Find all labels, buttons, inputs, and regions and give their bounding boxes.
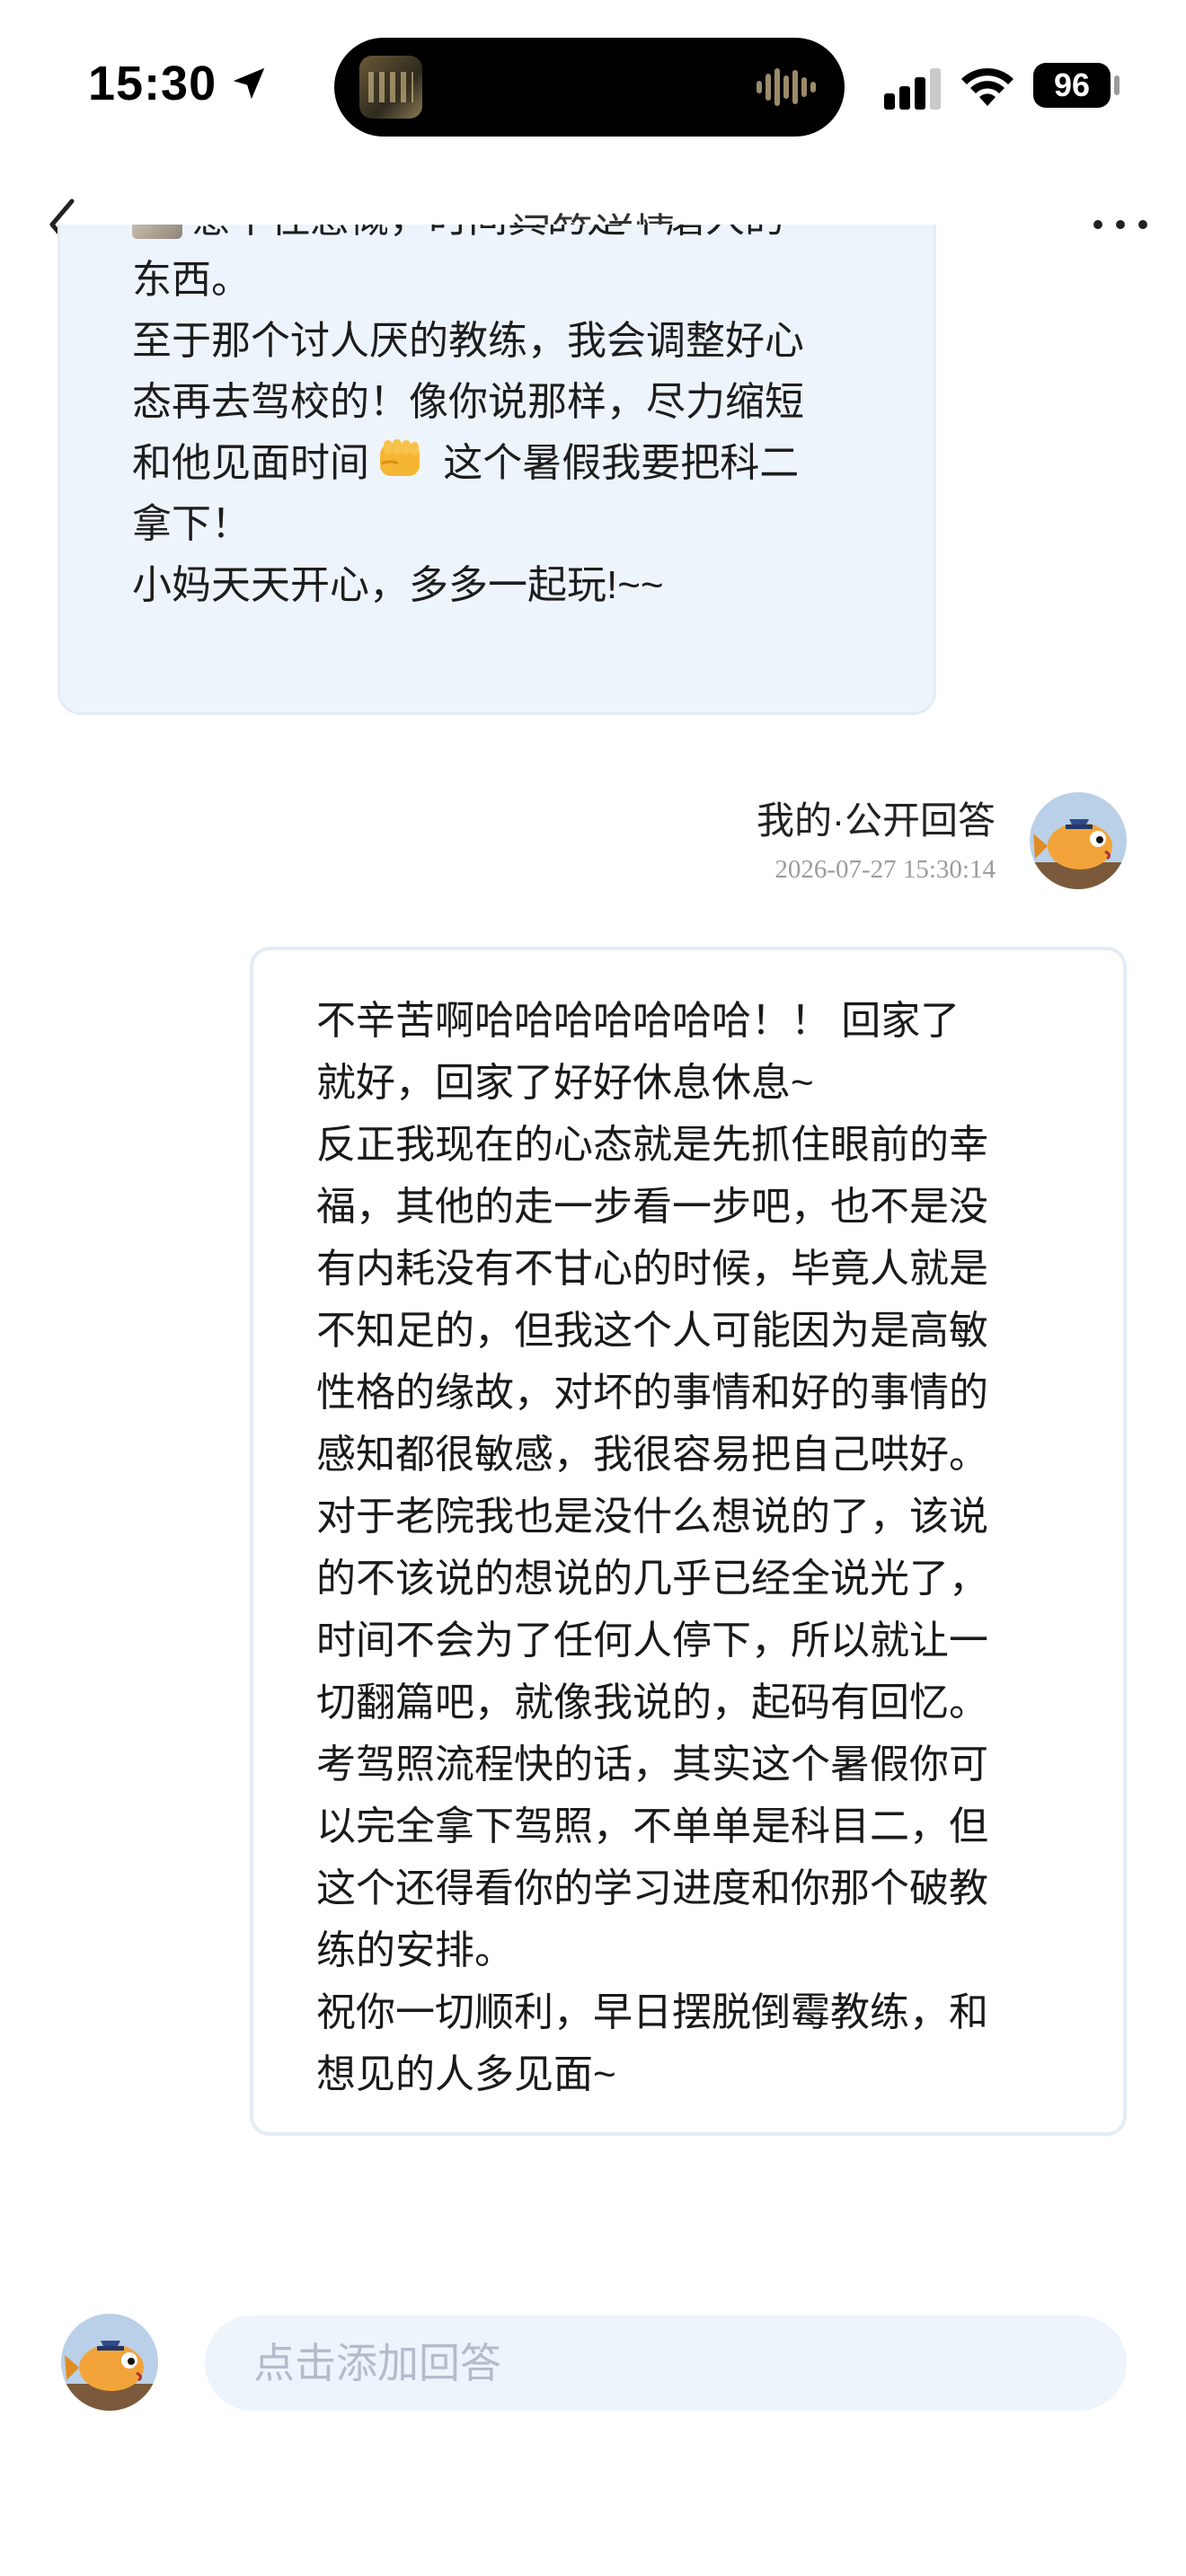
answer-line: 对于老院我也是没什么想说的了，该说 (316, 1495, 988, 1539)
answer-line: 性格的缘故，对坏的事情和好的事情的 (316, 1371, 988, 1415)
answer-line: 至于那个讨人厌的教练，我会调整好心 (132, 319, 804, 363)
audio-waveform-icon (757, 68, 816, 106)
answer-line: 小妈天天开心，多多一起玩!~~ (132, 563, 664, 607)
avatar-fish-icon (1030, 792, 1127, 889)
answer-timestamp: 2026-07-27 15:30:14 (774, 855, 996, 884)
answer-line: 意不住感慨，时间真的是个磨人的 (132, 225, 862, 250)
answer-line: 祝你一切顺利，早日摆脱倒霉教练，和 (316, 1990, 988, 2034)
dynamic-island[interactable] (334, 38, 845, 137)
answer-line: 切翻篇吧，就像我说的，起码有回忆。 (316, 1681, 988, 1725)
now-playing-thumbnail (359, 56, 422, 119)
my-answer-label: 我的·公开回答 (757, 799, 996, 842)
answer-line: 练的安排。 (316, 1928, 514, 1972)
answer-line: 反正我现在的心态就是先抓住眼前的幸 (316, 1123, 988, 1167)
answer-line: 以完全拿下驾照，不单单是科目二，但 (316, 1804, 988, 1848)
wifi-icon (961, 67, 1013, 106)
answer-line: 福，其他的走一步看一步吧，也不是没 (316, 1185, 988, 1229)
inline-image-thumbnail[interactable] (132, 225, 182, 240)
answer-line: 时间不会为了任何人停下，所以就让一 (316, 1619, 988, 1663)
fist-emoji-icon (380, 439, 420, 476)
composer-avatar[interactable] (61, 2314, 158, 2411)
battery-tip (1114, 75, 1120, 95)
answer-line: 拿下！ (132, 502, 251, 546)
answer-line: 考驾照流程快的话，其实这个暑假你可 (316, 1742, 988, 1786)
avatar-fish-icon (61, 2314, 158, 2411)
answer-line: 就好，回家了好好休息休息~ (316, 1061, 814, 1105)
avatar[interactable] (1030, 792, 1127, 889)
answer-line: 态再去驾校的！像你说那样，尽力缩短 (132, 380, 804, 424)
add-answer-input[interactable]: 点击添加回答 (205, 2316, 1127, 2411)
status-bar: 15:30 96 (0, 0, 1186, 162)
cellular-signal-icon (884, 68, 941, 110)
answer-line: 和他见面时间 这个暑假我要把科二 (132, 433, 862, 494)
answer-line: 不知足的，但我这个人可能因为是高敏 (316, 1309, 988, 1353)
answer-line: 的不该说的想说的几乎已经全说光了， (316, 1557, 988, 1601)
answer-line: 这个还得看你的学习进度和你那个破教 (316, 1866, 988, 1910)
location-arrow-icon (233, 67, 265, 100)
more-dots-icon[interactable] (1089, 205, 1152, 244)
answer-line: 东西。 (132, 258, 251, 302)
answer-line: 感知都很敏感，我很容易把自己哄好。 (316, 1433, 988, 1477)
received-answer-bubble: 意不住感慨，时间真的是个磨人的 东西。 至于那个讨人厌的教练，我会调整好心 态再… (58, 225, 936, 715)
answer-line: 不辛苦啊哈哈哈哈哈哈哈！！ 回家了 (316, 999, 960, 1043)
my-answer-bubble: 不辛苦啊哈哈哈哈哈哈哈！！ 回家了 就好，回家了好好休息休息~ 反正我现在的心态… (250, 947, 1127, 2136)
battery-icon: 96 (1033, 63, 1111, 108)
status-time: 15:30 (88, 57, 217, 110)
answer-line: 有内耗没有不甘心的时候，毕竟人就是 (316, 1247, 988, 1291)
answer-line: 想见的人多见面~ (316, 2052, 616, 2096)
